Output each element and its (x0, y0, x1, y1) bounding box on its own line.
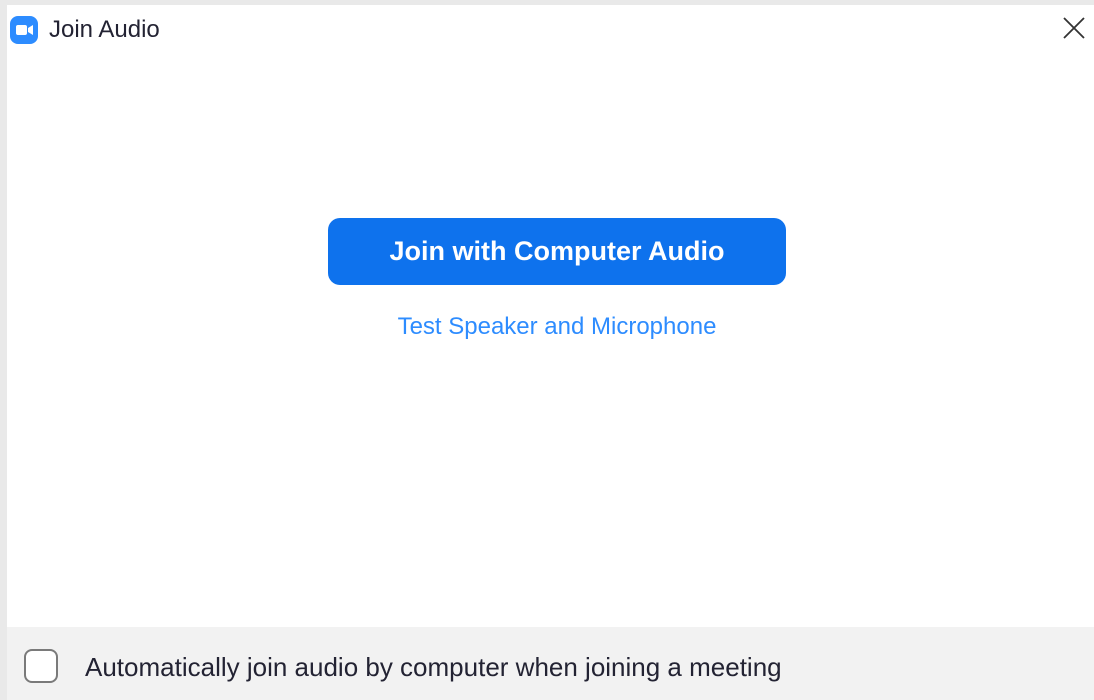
auto-join-audio-checkbox[interactable] (24, 649, 58, 683)
auto-join-audio-label[interactable]: Automatically join audio by computer whe… (85, 653, 782, 681)
window-title: Join Audio (49, 16, 160, 43)
test-speaker-microphone-link[interactable]: Test Speaker and Microphone (328, 313, 786, 341)
close-button[interactable] (1060, 14, 1088, 42)
title-bar: Join Audio (7, 5, 1094, 55)
zoom-camera-icon (10, 16, 38, 44)
join-with-computer-audio-button[interactable]: Join with Computer Audio (328, 218, 786, 285)
close-icon (1063, 17, 1085, 39)
dialog-footer: Automatically join audio by computer whe… (7, 627, 1094, 700)
join-audio-dialog: Join Audio Join with Computer Audio Test… (7, 5, 1094, 700)
